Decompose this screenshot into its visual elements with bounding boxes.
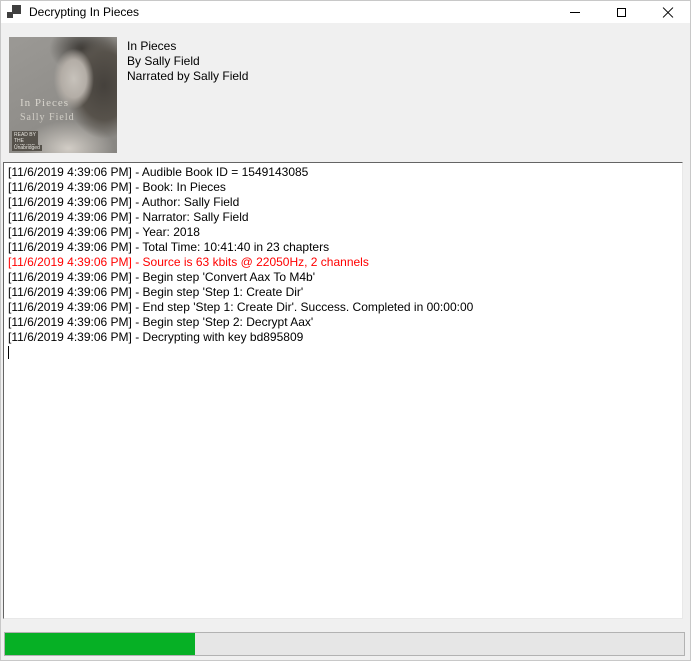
window-title: Decrypting In Pieces: [29, 5, 139, 19]
log-line: [11/6/2019 4:39:06 PM] - Narrator: Sally…: [8, 210, 678, 225]
log-line: [11/6/2019 4:39:06 PM] - Audible Book ID…: [8, 165, 678, 180]
app-window: Decrypting In Pieces In Pieces Sally Fie…: [0, 0, 691, 661]
app-icon[interactable]: [7, 5, 21, 19]
log-line: [11/6/2019 4:39:06 PM] - Year: 2018: [8, 225, 678, 240]
maximize-icon: [617, 8, 626, 17]
book-author: By Sally Field: [127, 54, 248, 69]
book-info: In Pieces By Sally Field Narrated by Sal…: [127, 39, 248, 84]
cover-title-text: In Pieces: [20, 97, 69, 109]
cover-author-text: Sally Field: [20, 112, 75, 123]
log-line: [11/6/2019 4:39:06 PM] - Begin step 'Ste…: [8, 315, 678, 330]
log-line: [11/6/2019 4:39:06 PM] - Begin step 'Con…: [8, 270, 678, 285]
book-narrator: Narrated by Sally Field: [127, 69, 248, 84]
app-icon-square-small: [7, 12, 13, 18]
log-line: [11/6/2019 4:39:06 PM] - Total Time: 10:…: [8, 240, 678, 255]
log-line: [11/6/2019 4:39:06 PM] - Book: In Pieces: [8, 180, 678, 195]
progress-bar: [4, 632, 685, 656]
log-line: [11/6/2019 4:39:06 PM] - Begin step 'Ste…: [8, 285, 678, 300]
cover-edition-badge: Unabridged: [12, 145, 42, 151]
minimize-button[interactable]: [552, 1, 598, 23]
log-line: [11/6/2019 4:39:06 PM] - Decrypting with…: [8, 330, 678, 345]
text-caret: [8, 346, 9, 359]
window-controls: [552, 1, 690, 23]
log-caret-line: [8, 345, 678, 360]
log-line: [11/6/2019 4:39:06 PM] - Author: Sally F…: [8, 195, 678, 210]
titlebar[interactable]: Decrypting In Pieces: [1, 1, 690, 23]
book-cover-image: In Pieces Sally Field READ BY THE AUTHOR…: [9, 37, 117, 153]
minimize-icon: [570, 12, 580, 13]
close-icon: [662, 7, 673, 18]
progress-bar-fill: [5, 633, 195, 655]
app-icon-square-large: [12, 5, 21, 14]
close-button[interactable]: [644, 1, 690, 23]
maximize-button[interactable]: [598, 1, 644, 23]
log-textbox[interactable]: [11/6/2019 4:39:06 PM] - Audible Book ID…: [3, 162, 683, 619]
log-line: [11/6/2019 4:39:06 PM] - End step 'Step …: [8, 300, 678, 315]
book-title: In Pieces: [127, 39, 248, 54]
log-line-error: [11/6/2019 4:39:06 PM] - Source is 63 kb…: [8, 255, 678, 270]
